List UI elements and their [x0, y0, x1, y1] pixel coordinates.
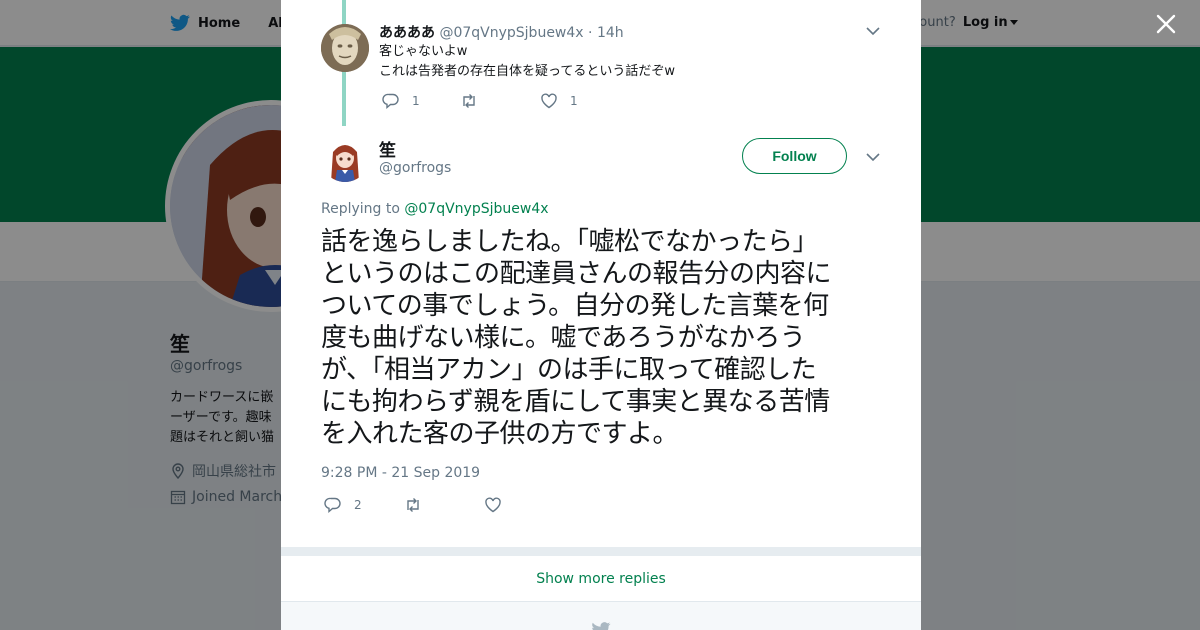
replying-to: Replying to @07qVnypSjbuew4x	[321, 201, 549, 217]
like-count: 1	[570, 94, 578, 108]
tweet-text-line: を入れた客の子供の方ですよ。	[321, 419, 679, 449]
close-icon[interactable]	[1155, 13, 1177, 35]
chevron-down-icon[interactable]	[866, 152, 880, 162]
reply-author-name[interactable]: ああああ	[379, 25, 435, 41]
statue-avatar-illustration	[321, 24, 369, 72]
reply-header: ああああ @07qVnypSjbuew4x · 14h	[379, 22, 624, 42]
reply-action-button[interactable]: 1	[382, 92, 460, 110]
tweet-author-handle[interactable]: @gorfrogs	[379, 160, 451, 176]
heart-icon	[485, 497, 501, 513]
tweet-text-line: が、「相当アカン」のは手に取って確認した	[321, 355, 817, 385]
reply-actions: 1 1	[382, 92, 578, 110]
reply-icon	[324, 497, 341, 514]
reply-text: 客じゃないよw これは告発者の存在自体を疑ってるという話だぞw	[379, 42, 675, 82]
reply-author-handle[interactable]: @07qVnypSjbuew4x	[439, 25, 583, 41]
follow-button[interactable]: Follow	[742, 138, 847, 174]
section-divider	[281, 547, 921, 556]
reply-text-line: 客じゃないよw	[379, 44, 468, 59]
show-more-replies-button[interactable]: Show more replies	[281, 556, 921, 602]
heart-icon	[541, 93, 557, 109]
reply-text-line: これは告発者の存在自体を疑ってるという話だぞw	[379, 64, 675, 79]
replying-to-link[interactable]: @07qVnypSjbuew4x	[404, 201, 548, 217]
retweet-icon	[407, 498, 419, 512]
reply-author-avatar[interactable]	[321, 24, 369, 72]
anime-avatar-illustration	[321, 134, 369, 182]
tweet-author-avatar[interactable]	[321, 134, 369, 182]
reply-icon	[382, 93, 399, 110]
tweet-text-line: 度も曲げない様に。嘘であろうがなかろう	[321, 323, 806, 353]
retweet-action-button[interactable]	[404, 496, 484, 514]
like-action-button[interactable]	[484, 496, 514, 514]
tweet-text-line: 話を逸らしましたね。「嘘松でなかったら」	[321, 227, 819, 257]
tweet-actions: 2	[324, 496, 514, 514]
chevron-down-icon[interactable]	[866, 26, 880, 36]
tweet-timestamp[interactable]: 9:28 PM - 21 Sep 2019	[321, 465, 480, 481]
reply-count: 1	[412, 94, 420, 108]
tweet-text-line: ついての事でしょう。自分の発した言葉を何	[321, 291, 829, 321]
reply-separator: ·	[588, 25, 593, 41]
tweet-text: 話を逸らしましたね。「嘘松でなかったら」 というのはこの配達員さんの報告分の内容…	[321, 226, 883, 450]
tweet-author-name[interactable]: 笙	[379, 136, 396, 161]
replying-prefix: Replying to	[321, 201, 400, 217]
reply-time[interactable]: 14h	[597, 25, 624, 41]
retweet-action-button[interactable]	[460, 92, 540, 110]
retweet-icon	[463, 94, 475, 108]
modal-footer	[281, 602, 921, 630]
tweet-modal: ああああ @07qVnypSjbuew4x · 14h 客じゃないよw これは告…	[281, 0, 921, 630]
reply-count: 2	[354, 498, 362, 512]
tweet-text-line: というのはこの配達員さんの報告分の内容に	[321, 259, 832, 289]
tweet-text-line: にも拘わらず親を盾にして事実と異なる苦情	[321, 387, 830, 417]
like-action-button[interactable]: 1	[540, 92, 578, 110]
twitter-bird-icon	[592, 622, 611, 630]
reply-action-button[interactable]: 2	[324, 496, 404, 514]
